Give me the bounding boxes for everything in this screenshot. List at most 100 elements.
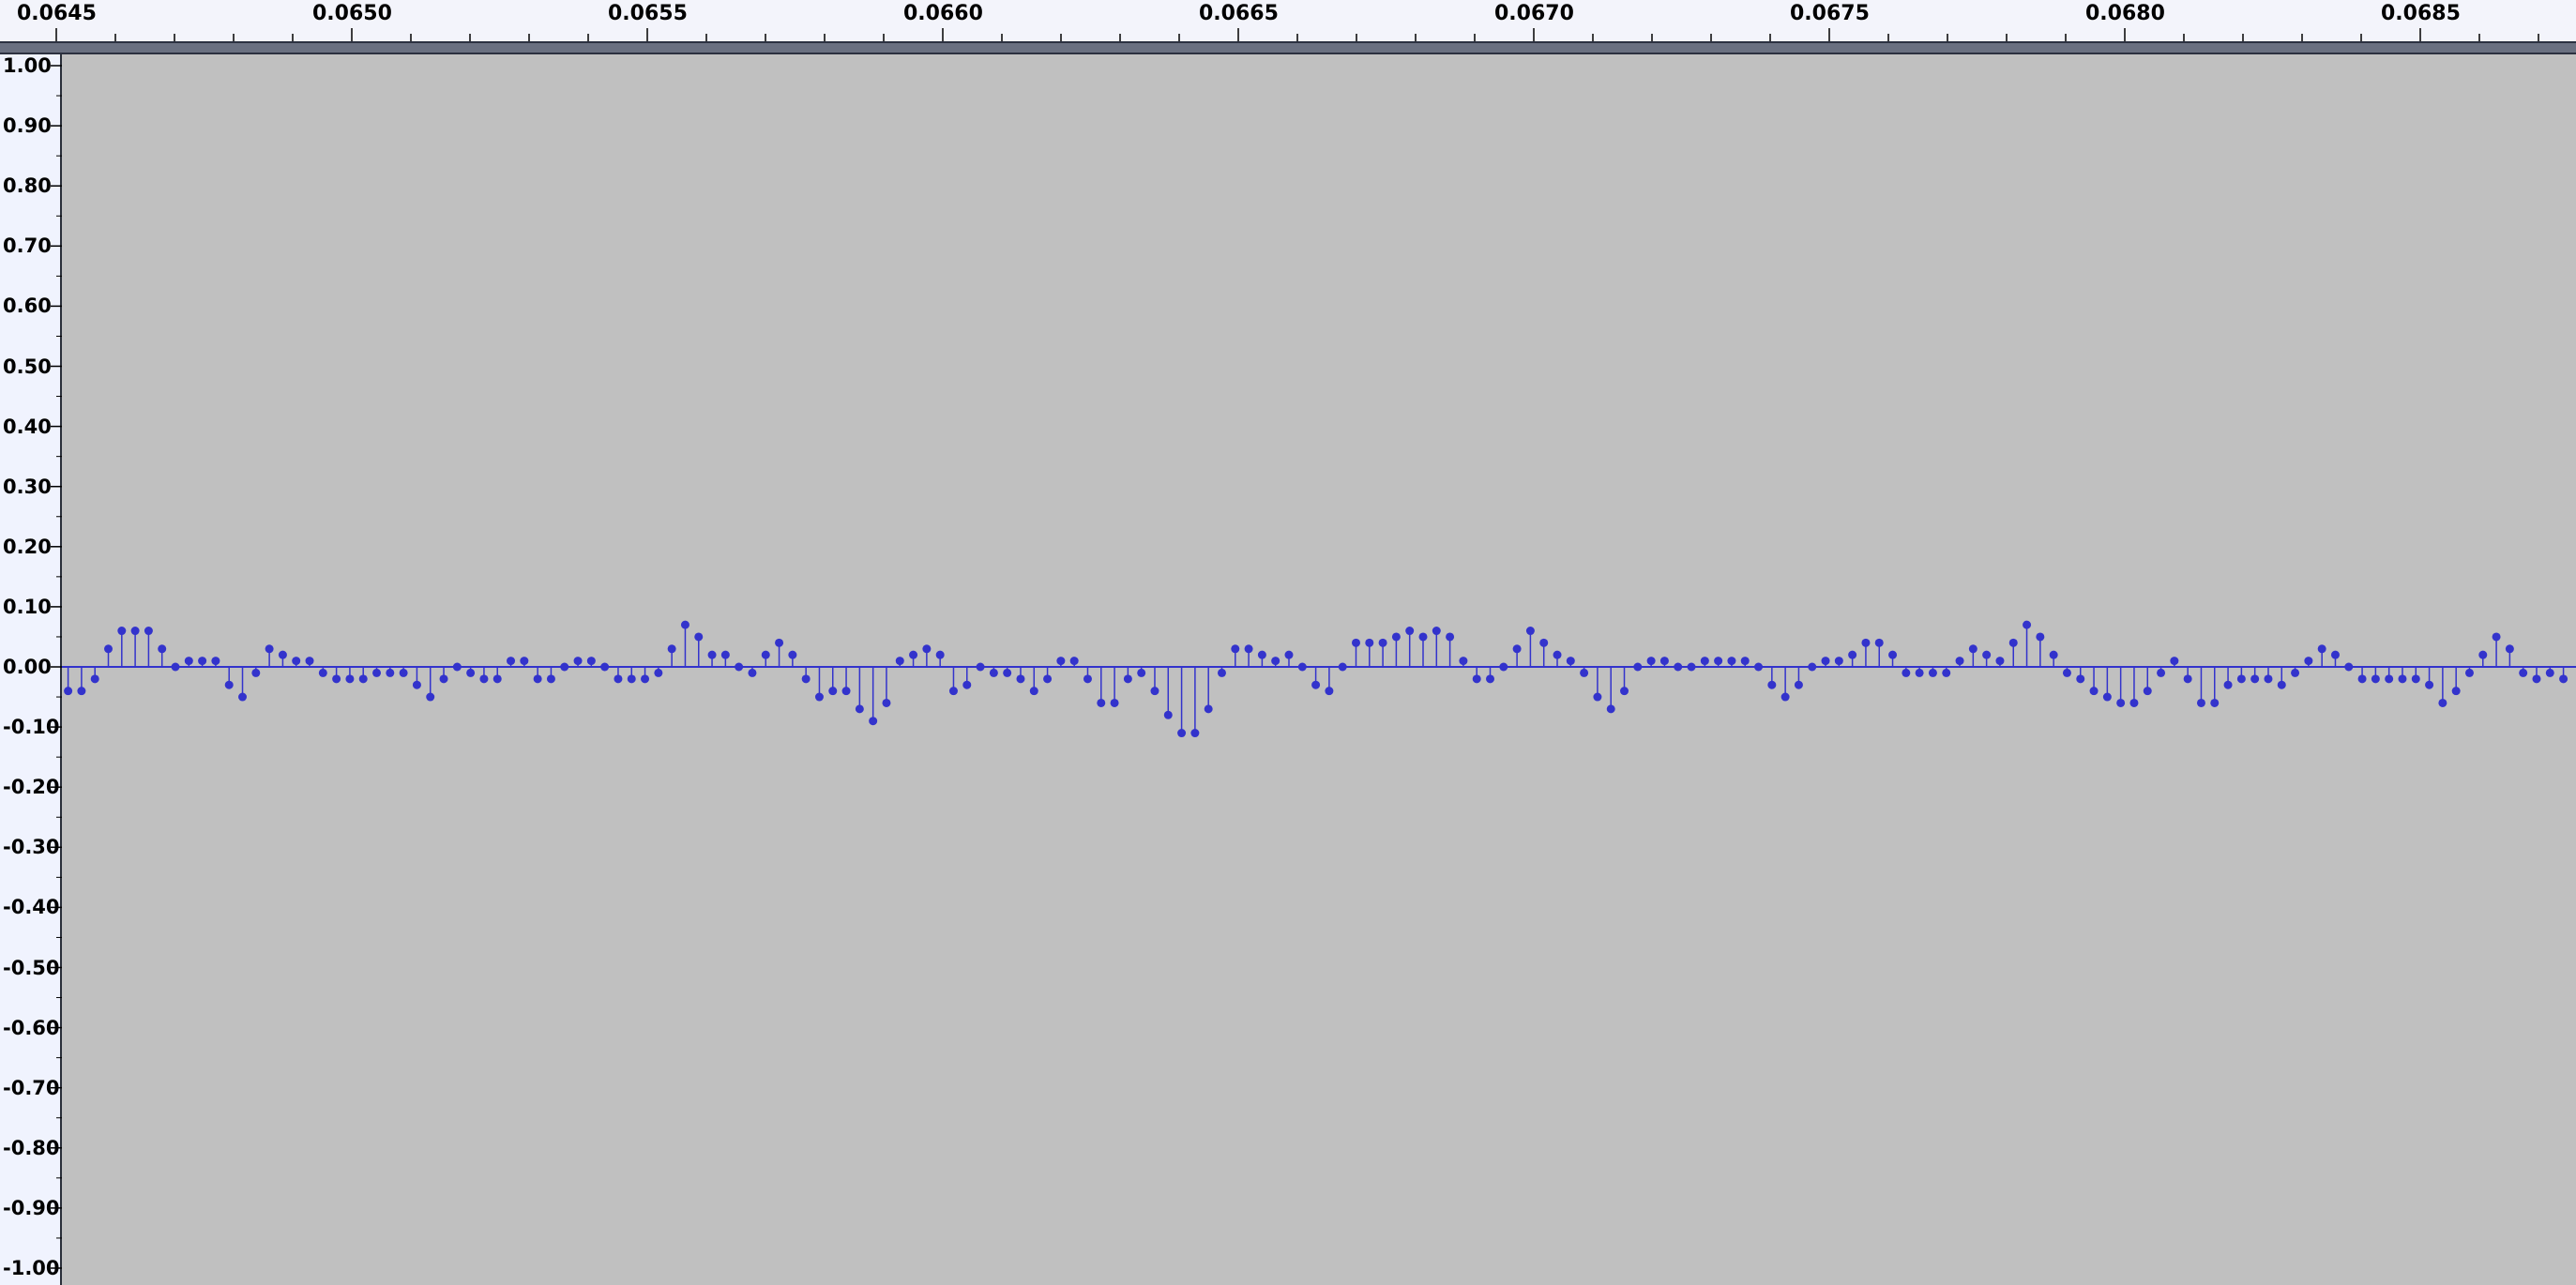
- waveform-sample-point[interactable]: [1780, 692, 1790, 702]
- waveform-sample-point[interactable]: [184, 657, 193, 666]
- waveform-sample-point[interactable]: [2438, 698, 2447, 707]
- waveform-sample-point[interactable]: [1217, 668, 1226, 677]
- waveform-sample-point[interactable]: [1821, 657, 1830, 666]
- waveform-sample-point[interactable]: [855, 704, 864, 714]
- waveform-sample-point[interactable]: [1674, 662, 1683, 672]
- waveform-sample-point[interactable]: [520, 657, 529, 666]
- waveform-sample-point[interactable]: [1244, 644, 1253, 654]
- waveform-track[interactable]: [62, 54, 2576, 1285]
- waveform-sample-point[interactable]: [1982, 650, 1992, 659]
- waveform-sample-point[interactable]: [1418, 632, 1428, 642]
- waveform-sample-point[interactable]: [171, 662, 180, 672]
- waveform-sample-point[interactable]: [1834, 657, 1843, 666]
- waveform-sample-point[interactable]: [801, 674, 811, 684]
- waveform-sample-point[interactable]: [1566, 657, 1575, 666]
- waveform-sample-point[interactable]: [1727, 657, 1736, 666]
- waveform-sample-point[interactable]: [2170, 657, 2179, 666]
- waveform-sample-point[interactable]: [694, 632, 704, 642]
- waveform-sample-point[interactable]: [1942, 668, 1951, 677]
- waveform-sample-point[interactable]: [104, 644, 114, 654]
- waveform-sample-point[interactable]: [1271, 657, 1280, 666]
- waveform-sample-point[interactable]: [1432, 627, 1441, 636]
- timeline-ruler[interactable]: 0.0645 0.0650 0.0655 0.0660 0.0665 0.0670 0.06…: [0, 0, 2576, 41]
- waveform-sample-point[interactable]: [2519, 668, 2528, 677]
- waveform-sample-point[interactable]: [144, 627, 153, 636]
- waveform-sample-point[interactable]: [2478, 650, 2488, 659]
- timeline-selection-band[interactable]: [0, 41, 2576, 54]
- waveform-sample-point[interactable]: [2250, 674, 2260, 684]
- waveform-sample-point[interactable]: [251, 668, 261, 677]
- waveform-sample-point[interactable]: [1874, 638, 1884, 647]
- waveform-sample-point[interactable]: [922, 644, 932, 654]
- waveform-sample-point[interactable]: [1163, 710, 1173, 719]
- waveform-sample-point[interactable]: [2236, 674, 2246, 684]
- waveform-sample-point[interactable]: [654, 668, 663, 677]
- waveform-sample-point[interactable]: [332, 674, 341, 684]
- waveform-sample-point[interactable]: [600, 662, 610, 672]
- waveform-sample-point[interactable]: [560, 662, 569, 672]
- waveform-sample-point[interactable]: [2036, 632, 2045, 642]
- waveform-sample-point[interactable]: [77, 687, 86, 696]
- waveform-sample-point[interactable]: [2464, 668, 2474, 677]
- waveform-sample-point[interactable]: [1580, 668, 1589, 677]
- waveform-sample-point[interactable]: [318, 668, 327, 677]
- waveform-sample-point[interactable]: [158, 644, 167, 654]
- waveform-sample-point[interactable]: [305, 657, 314, 666]
- waveform-sample-point[interactable]: [2304, 657, 2313, 666]
- waveform-sample-point[interactable]: [1391, 632, 1401, 642]
- waveform-sample-point[interactable]: [2505, 644, 2514, 654]
- waveform-sample-point[interactable]: [1204, 704, 1213, 714]
- waveform-sample-point[interactable]: [1861, 638, 1871, 647]
- waveform-sample-point[interactable]: [466, 668, 476, 677]
- waveform-sample-point[interactable]: [2023, 620, 2032, 629]
- waveform-sample-point[interactable]: [372, 668, 382, 677]
- waveform-sample-point[interactable]: [1499, 662, 1508, 672]
- waveform-sample-point[interactable]: [1351, 638, 1360, 647]
- waveform-sample-point[interactable]: [614, 674, 623, 684]
- waveform-sample-point[interactable]: [1297, 662, 1307, 672]
- waveform-sample-point[interactable]: [1311, 680, 1321, 689]
- waveform-sample-point[interactable]: [748, 668, 757, 677]
- waveform-sample-point[interactable]: [2492, 632, 2501, 642]
- waveform-sample-point[interactable]: [680, 620, 689, 629]
- waveform-sample-point[interactable]: [1123, 674, 1132, 684]
- waveform-sample-point[interactable]: [2062, 668, 2071, 677]
- waveform-sample-point[interactable]: [828, 687, 838, 696]
- waveform-sample-point[interactable]: [546, 674, 555, 684]
- waveform-sample-point[interactable]: [345, 674, 355, 684]
- waveform-sample-point[interactable]: [2559, 674, 2568, 684]
- waveform-sample-point[interactable]: [1365, 638, 1374, 647]
- waveform-sample-point[interactable]: [1525, 627, 1535, 636]
- waveform-sample-point[interactable]: [1659, 657, 1669, 666]
- waveform-sample-point[interactable]: [2532, 674, 2541, 684]
- waveform-sample-point[interactable]: [2196, 698, 2205, 707]
- waveform-sample-point[interactable]: [2049, 650, 2058, 659]
- waveform-sample-point[interactable]: [492, 674, 502, 684]
- waveform-sample-point[interactable]: [386, 668, 395, 677]
- waveform-sample-point[interactable]: [198, 657, 207, 666]
- waveform-sample-point[interactable]: [1888, 650, 1898, 659]
- waveform-sample-point[interactable]: [238, 692, 248, 702]
- waveform-sample-point[interactable]: [130, 627, 140, 636]
- waveform-sample-point[interactable]: [439, 674, 448, 684]
- waveform-sample-point[interactable]: [1512, 644, 1522, 654]
- waveform-sample-point[interactable]: [641, 674, 650, 684]
- waveform-sample-point[interactable]: [2425, 680, 2434, 689]
- waveform-sample-point[interactable]: [1110, 698, 1119, 707]
- waveform-sample-point[interactable]: [895, 657, 904, 666]
- waveform-sample-point[interactable]: [1097, 698, 1106, 707]
- waveform-sample-point[interactable]: [1687, 662, 1696, 672]
- waveform-sample-point[interactable]: [1083, 674, 1092, 684]
- waveform-sample-point[interactable]: [2371, 674, 2380, 684]
- waveform-sample-point[interactable]: [1016, 674, 1025, 684]
- waveform-sample-point[interactable]: [2223, 680, 2233, 689]
- waveform-sample-point[interactable]: [909, 650, 918, 659]
- waveform-sample-point[interactable]: [735, 662, 744, 672]
- waveform-sample-point[interactable]: [533, 674, 542, 684]
- waveform-sample-point[interactable]: [211, 657, 220, 666]
- waveform-sample-point[interactable]: [1069, 657, 1079, 666]
- waveform-sample-point[interactable]: [2344, 662, 2354, 672]
- waveform-sample-point[interactable]: [1231, 644, 1240, 654]
- waveform-sample-point[interactable]: [1325, 687, 1334, 696]
- waveform-sample-point[interactable]: [1740, 657, 1750, 666]
